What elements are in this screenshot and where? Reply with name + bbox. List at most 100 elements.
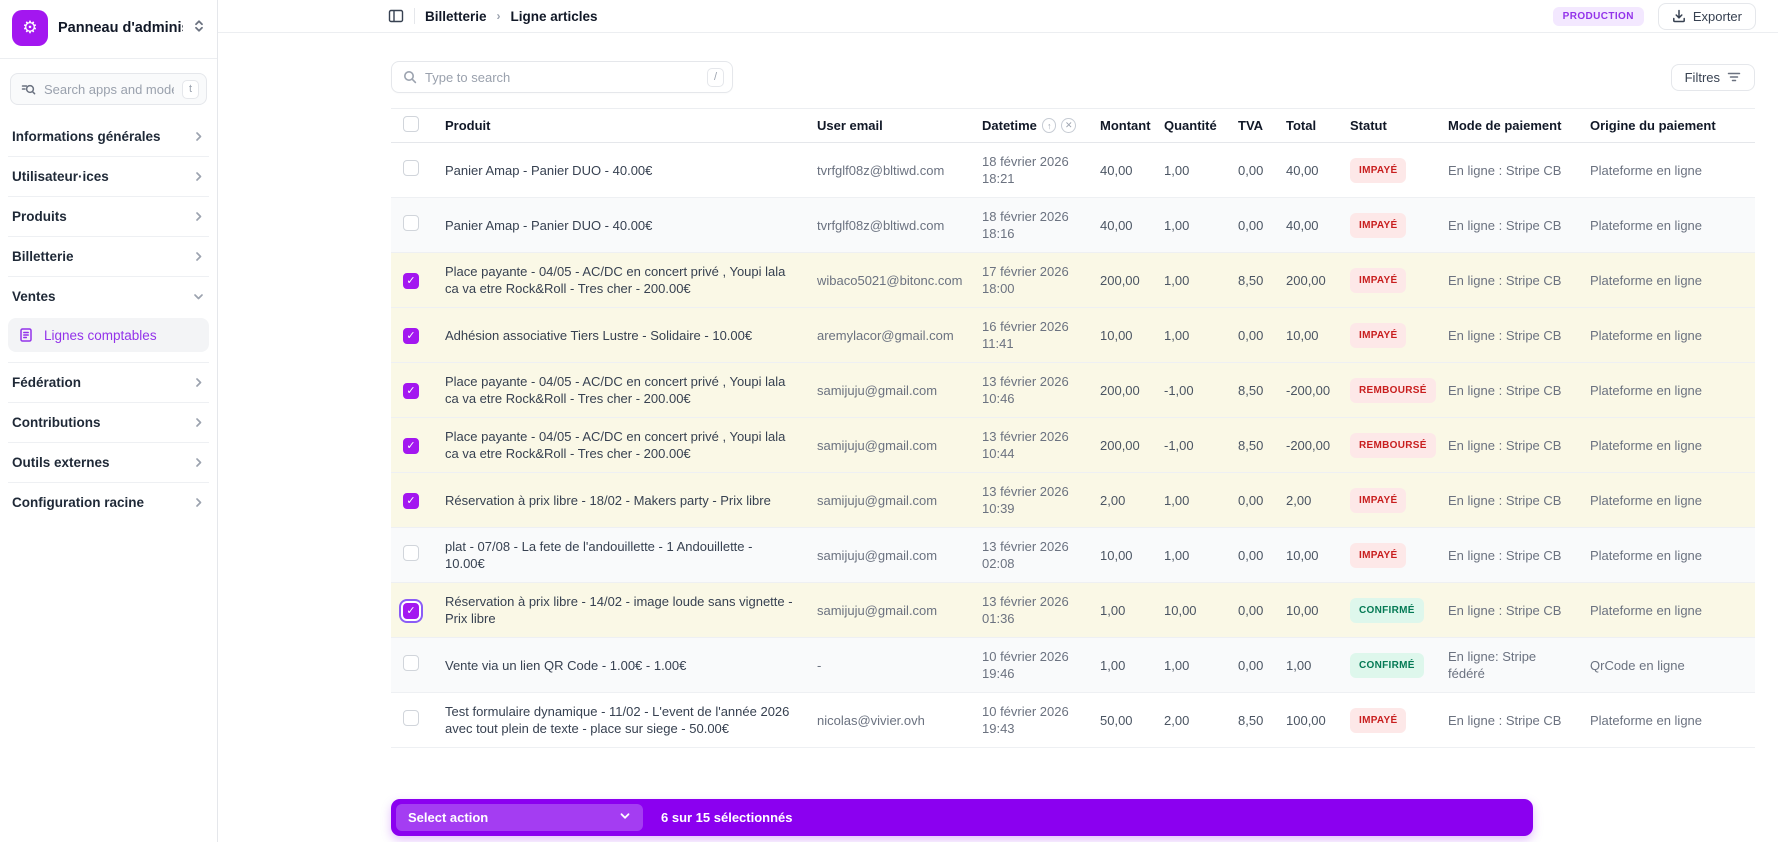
total-cell: 40,00	[1274, 197, 1338, 253]
checkbox-cell: ✓	[391, 142, 433, 198]
row-checkbox[interactable]: ✓	[403, 603, 419, 620]
status-badge: IMPAYÉ	[1350, 157, 1407, 183]
sidebar-search-input[interactable]: Search apps and model... t	[10, 73, 207, 105]
gear-icon: ⚙	[22, 18, 38, 37]
column-header-quantite[interactable]: Quantité	[1152, 108, 1226, 143]
tva-cell: 0,00	[1226, 472, 1274, 528]
product-cell: Test formulaire dynamique - 11/02 - L'ev…	[433, 692, 805, 748]
statut-cell: IMPAYÉ	[1338, 527, 1436, 583]
chevron-up-down-icon[interactable]	[193, 19, 205, 38]
table-row[interactable]: ✓ Place payante - 04/05 - AC/DC en conce…	[391, 362, 1755, 418]
row-checkbox[interactable]: ✓	[403, 493, 419, 510]
sidebar: ⚙ Panneau d'adminis... Search apps and m…	[0, 0, 218, 842]
table-row[interactable]: ✓ Adhésion associative Tiers Lustre - So…	[391, 307, 1755, 363]
brand-header[interactable]: ⚙ Panneau d'adminis...	[0, 0, 217, 59]
origine-paiement-cell: Plateforme en ligne	[1578, 142, 1755, 198]
status-badge: IMPAYÉ	[1350, 487, 1407, 513]
sidebar-item-outils-externes[interactable]: Outils externes	[8, 443, 209, 483]
total-cell: 200,00	[1274, 252, 1338, 308]
tva-cell: 0,00	[1226, 307, 1274, 363]
datetime-cell: 13 février 2026 10:46	[970, 362, 1088, 418]
column-header-total[interactable]: Total	[1274, 108, 1338, 143]
sidebar-item-informations-generales[interactable]: Informations générales	[8, 117, 209, 157]
column-header-user-email[interactable]: User email	[805, 108, 970, 143]
origine-paiement-cell: Plateforme en ligne	[1578, 527, 1755, 583]
total-cell: -200,00	[1274, 362, 1338, 418]
sidebar-item-billetterie[interactable]: Billetterie	[8, 237, 209, 277]
table-row[interactable]: ✓ Place payante - 04/05 - AC/DC en conce…	[391, 417, 1755, 473]
origine-paiement-cell: Plateforme en ligne	[1578, 362, 1755, 418]
table-row[interactable]: ✓ Place payante - 04/05 - AC/DC en conce…	[391, 252, 1755, 308]
table-row[interactable]: ✓ plat - 07/08 - La fete de l'andouillet…	[391, 527, 1755, 583]
quantite-cell: 1,00	[1152, 252, 1226, 308]
montant-cell: 200,00	[1088, 252, 1152, 308]
user-email-cell: samijuju@gmail.com	[805, 417, 970, 473]
sidebar-item-lignes-comptables[interactable]: Lignes comptables	[8, 318, 209, 352]
action-select[interactable]: Select action	[396, 804, 643, 831]
row-checkbox[interactable]: ✓	[403, 383, 419, 400]
column-header-produit[interactable]: Produit	[433, 108, 805, 143]
row-checkbox[interactable]: ✓	[403, 545, 419, 561]
column-header-origine-paiement[interactable]: Origine du paiement	[1578, 108, 1755, 143]
product-cell: Vente via un lien QR Code - 1.00€ - 1.00…	[433, 637, 805, 693]
select-all-checkbox[interactable]: ✓	[403, 116, 419, 132]
column-header-statut[interactable]: Statut	[1338, 108, 1436, 143]
table-row[interactable]: ✓ Réservation à prix libre - 14/02 - ima…	[391, 582, 1755, 638]
quantite-cell: 1,00	[1152, 197, 1226, 253]
table-row[interactable]: ✓ Réservation à prix libre - 18/02 - Mak…	[391, 472, 1755, 528]
column-header-montant[interactable]: Montant	[1088, 108, 1152, 143]
sidebar-item-produits[interactable]: Produits	[8, 197, 209, 237]
table-row[interactable]: ✓ Panier Amap - Panier DUO - 40.00€ tvrf…	[391, 142, 1755, 198]
top-header: Billetterie › Ligne articles PRODUCTION …	[218, 0, 1778, 33]
chevron-right-icon	[192, 210, 205, 223]
sidebar-item-configuration-racine[interactable]: Configuration racine	[8, 483, 209, 522]
quantite-cell: 1,00	[1152, 527, 1226, 583]
origine-paiement-cell: Plateforme en ligne	[1578, 417, 1755, 473]
remove-sort-icon[interactable]: ✕	[1061, 118, 1076, 133]
row-checkbox[interactable]: ✓	[403, 328, 419, 345]
statut-cell: REMBOURSÉ	[1338, 417, 1436, 473]
sidebar-item-contributions[interactable]: Contributions	[8, 403, 209, 443]
filters-button[interactable]: Filtres	[1670, 63, 1755, 91]
total-cell: 10,00	[1274, 582, 1338, 638]
row-checkbox[interactable]: ✓	[403, 215, 419, 231]
main-area: Billetterie › Ligne articles PRODUCTION …	[218, 0, 1778, 842]
receipt-icon	[18, 327, 34, 343]
datetime-cell: 13 février 2026 10:39	[970, 472, 1088, 528]
breadcrumb-section[interactable]: Billetterie	[425, 9, 487, 24]
sidebar-item-ventes[interactable]: Ventes	[8, 277, 209, 316]
tva-cell: 8,50	[1226, 692, 1274, 748]
montant-cell: 10,00	[1088, 527, 1152, 583]
column-header-mode-paiement[interactable]: Mode de paiement	[1436, 108, 1578, 143]
sidebar-item-utilisateur-ices[interactable]: Utilisateur·ices	[8, 157, 209, 197]
product-cell: Réservation à prix libre - 18/02 - Maker…	[433, 472, 805, 528]
row-checkbox[interactable]: ✓	[403, 160, 419, 176]
sidebar-item-federation[interactable]: Fédération	[8, 362, 209, 403]
table-row[interactable]: ✓ Panier Amap - Panier DUO - 40.00€ tvrf…	[391, 197, 1755, 253]
total-cell: -200,00	[1274, 417, 1338, 473]
product-cell: plat - 07/08 - La fete de l'andouillette…	[433, 527, 805, 583]
table-row[interactable]: ✓ Test formulaire dynamique - 11/02 - L'…	[391, 692, 1755, 748]
origine-paiement-cell: Plateforme en ligne	[1578, 307, 1755, 363]
product-cell: Réservation à prix libre - 14/02 - image…	[433, 582, 805, 638]
search-icon	[403, 70, 417, 84]
shortcut-badge: /	[706, 67, 724, 87]
lines-table: ✓ Produit User email Datetime ↑ ✕ Montan…	[391, 108, 1755, 748]
mode-paiement-cell: En ligne : Stripe CB	[1436, 252, 1578, 308]
table-row[interactable]: ✓ Vente via un lien QR Code - 1.00€ - 1.…	[391, 637, 1755, 693]
datetime-cell: 16 février 2026 11:41	[970, 307, 1088, 363]
row-checkbox[interactable]: ✓	[403, 273, 419, 290]
row-checkbox[interactable]: ✓	[403, 655, 419, 671]
panel-toggle-icon[interactable]	[388, 8, 404, 24]
column-header-datetime[interactable]: Datetime ↑ ✕	[970, 108, 1088, 143]
row-checkbox[interactable]: ✓	[403, 438, 419, 455]
column-header-tva[interactable]: TVA	[1226, 108, 1274, 143]
mode-paiement-cell: En ligne : Stripe CB	[1436, 692, 1578, 748]
mode-paiement-cell: En ligne : Stripe CB	[1436, 527, 1578, 583]
sort-asc-icon[interactable]: ↑	[1041, 118, 1057, 133]
mode-paiement-cell: En ligne : Stripe CB	[1436, 362, 1578, 418]
row-checkbox[interactable]: ✓	[403, 710, 419, 726]
export-button[interactable]: Exporter	[1657, 2, 1756, 30]
table-search-input[interactable]: Type to search /	[391, 61, 733, 93]
user-email-cell: -	[805, 637, 970, 693]
